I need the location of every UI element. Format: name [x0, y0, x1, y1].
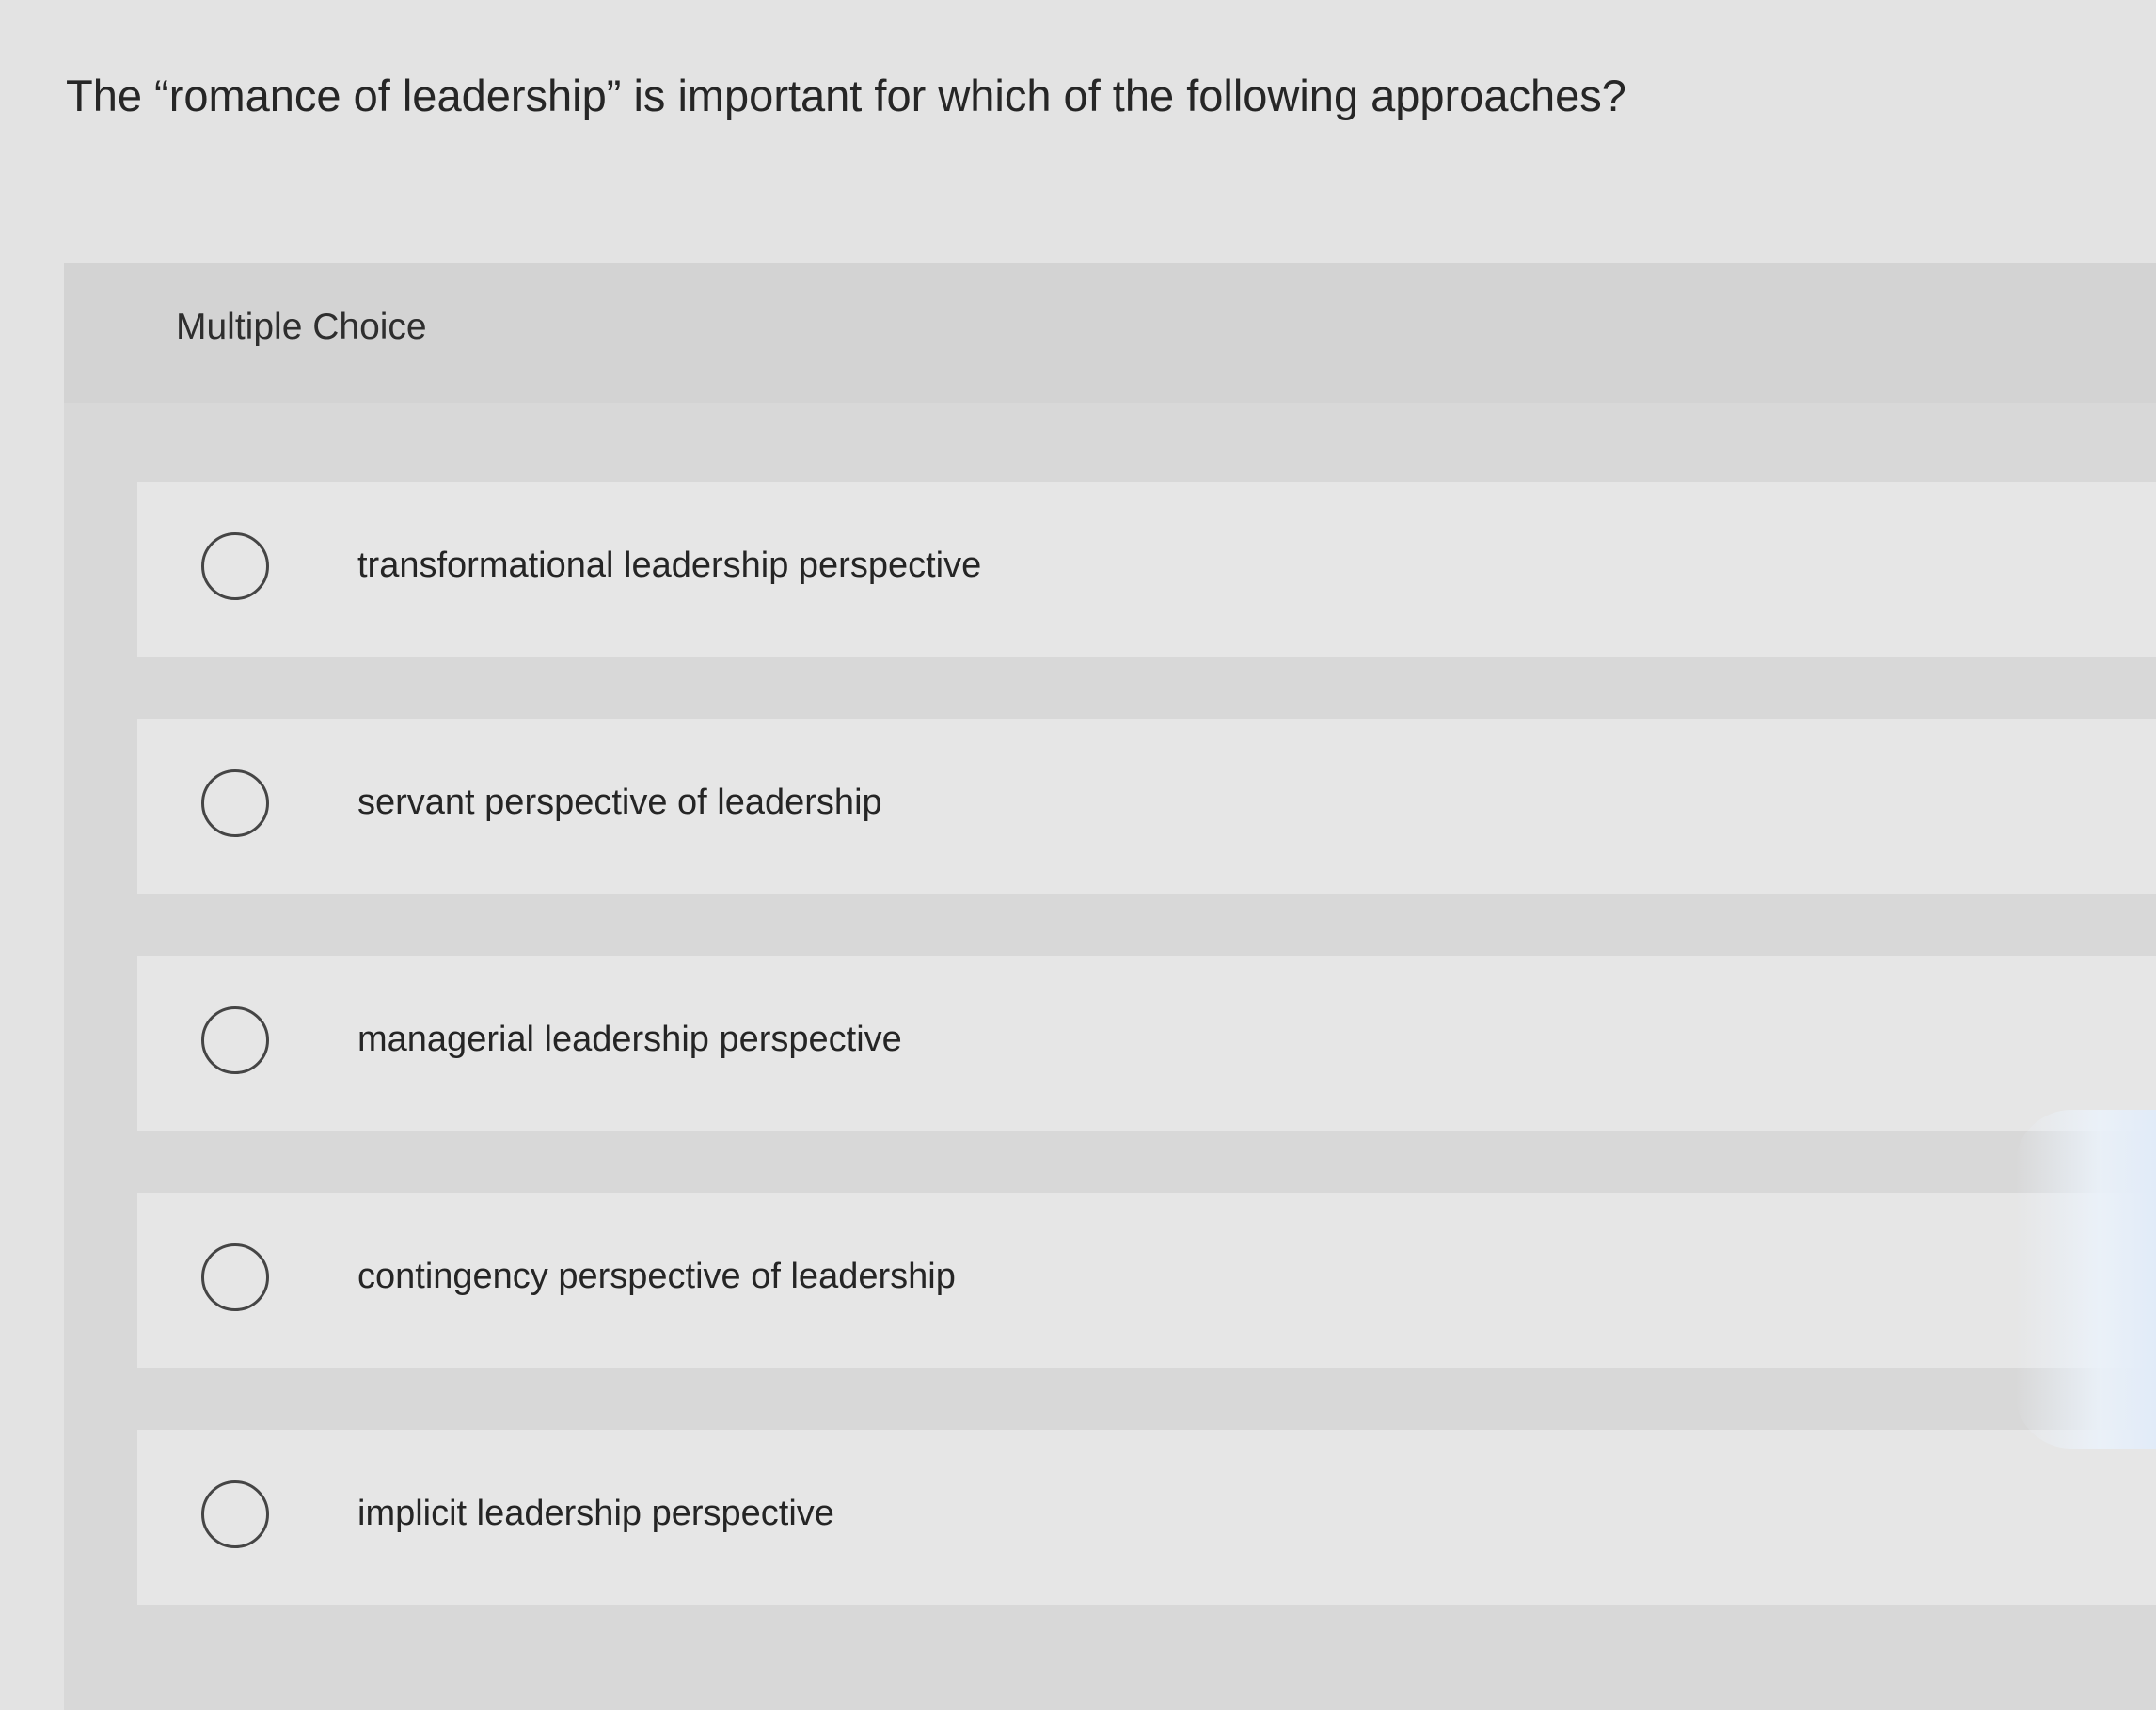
choice-label-1[interactable]: transformational leadership perspective [357, 542, 981, 589]
radio-button-2[interactable] [201, 769, 269, 837]
choice-label-3[interactable]: managerial leadership perspective [357, 1016, 902, 1063]
choice-option-3[interactable]: managerial leadership perspective [137, 956, 2156, 1131]
choice-label-2[interactable]: servant perspective of leadership [357, 779, 882, 826]
radio-button-4[interactable] [201, 1243, 269, 1311]
choice-label-5[interactable]: implicit leadership perspective [357, 1490, 834, 1537]
multiple-choice-header: Multiple Choice [64, 263, 2156, 403]
multiple-choice-label: Multiple Choice [176, 307, 427, 347]
choice-option-1[interactable]: transformational leadership perspective [137, 482, 2156, 657]
choice-list: transformational leadership perspective … [137, 482, 2156, 1667]
choice-label-4[interactable]: contingency perspective of leadership [357, 1253, 956, 1300]
choice-option-2[interactable]: servant perspective of leadership [137, 719, 2156, 894]
question-text: The “romance of leadership” is important… [66, 71, 1626, 120]
radio-button-1[interactable] [201, 532, 269, 600]
radio-button-5[interactable] [201, 1480, 269, 1548]
multiple-choice-panel: Multiple Choice transformational leaders… [64, 263, 2156, 1710]
radio-button-3[interactable] [201, 1006, 269, 1074]
choice-option-5[interactable]: implicit leadership perspective [137, 1430, 2156, 1605]
choice-option-4[interactable]: contingency perspective of leadership [137, 1193, 2156, 1368]
